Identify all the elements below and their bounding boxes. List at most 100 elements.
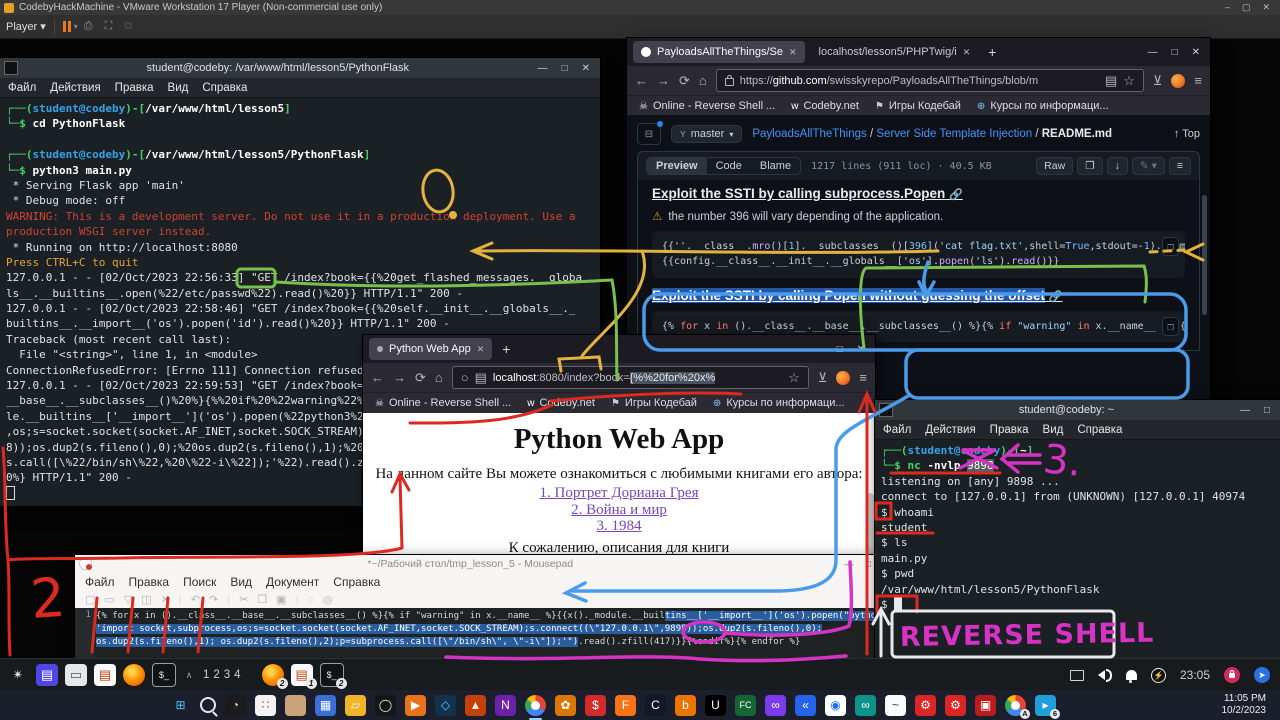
vmware-player-menu[interactable]: Player ▾ xyxy=(6,20,46,33)
file-explorer-icon[interactable]: ▱ xyxy=(345,695,366,716)
forward-icon[interactable]: → xyxy=(657,73,670,88)
bookmark-item[interactable]: wCodeby.net xyxy=(527,397,595,409)
menu-item[interactable]: Вид xyxy=(1043,424,1064,436)
close-button[interactable]: ✕ xyxy=(582,63,590,74)
anchor-link-icon[interactable]: 🔗 xyxy=(1049,291,1063,303)
reload-icon[interactable]: ⟳ xyxy=(679,73,690,89)
pocket-icon[interactable]: ⊻ xyxy=(818,370,828,386)
branch-selector[interactable]: ʏ master ▾ xyxy=(671,125,742,143)
teal-app-icon[interactable]: ∞ xyxy=(855,695,876,716)
tab-python-web-app[interactable]: Python Web App✕ xyxy=(369,338,492,360)
scrollbar[interactable] xyxy=(1202,195,1207,315)
menu-item[interactable]: Вид xyxy=(168,82,189,94)
red-gear-2-icon[interactable]: ⚙ xyxy=(945,695,966,716)
top-link[interactable]: ↑ Top xyxy=(1174,128,1200,140)
redo-icon[interactable]: ↷ xyxy=(209,593,218,606)
volume-icon[interactable] xyxy=(1098,669,1112,682)
screen-lock-icon[interactable] xyxy=(1224,667,1240,683)
power-manager-icon[interactable]: ⚡ xyxy=(1151,668,1166,683)
menu-icon[interactable]: ≡ xyxy=(859,370,867,385)
onenote-icon[interactable]: N xyxy=(495,695,516,716)
bookmark-item[interactable]: ☠Online - Reverse Shell ... xyxy=(375,397,511,409)
copy-raw-icon[interactable]: ❐ xyxy=(1077,157,1102,175)
bookmark-item[interactable]: ⚑Игры Кодебай xyxy=(611,397,697,409)
reader-mode-icon[interactable]: ▤ xyxy=(1105,73,1117,89)
minimize-button[interactable]: — xyxy=(845,559,854,569)
book-link-3[interactable]: 3. 1984 xyxy=(363,518,875,535)
back-icon[interactable]: ← xyxy=(371,370,384,385)
paste-icon[interactable]: ▣ xyxy=(276,593,286,606)
app-menu-icon[interactable]: ▤ xyxy=(36,664,58,686)
forward-icon[interactable]: → xyxy=(393,370,406,385)
close-button[interactable]: ✕ xyxy=(1192,47,1200,58)
menu-item[interactable]: Файл xyxy=(8,82,36,94)
windows-clock[interactable]: 11:05 PM 10/2/2023 xyxy=(1222,693,1280,717)
chevron-up-icon[interactable]: ∧ xyxy=(183,664,195,686)
menu-item[interactable]: Вид xyxy=(230,575,252,589)
fullscreen-icon[interactable]: ⛶ xyxy=(105,20,113,33)
raw-button[interactable]: Raw xyxy=(1036,157,1073,175)
google-maps-icon[interactable]: ◉ xyxy=(825,695,846,716)
payload-text[interactable]: {% for x in ().__class__.__base__.__subc… xyxy=(94,608,885,658)
book-link-2[interactable]: 2. Война и мир xyxy=(363,502,875,519)
breadcrumb-folder-link[interactable]: Server Side Template Injection xyxy=(876,128,1032,140)
pocket-icon[interactable]: ⊻ xyxy=(1153,73,1163,89)
visual-studio-icon[interactable]: ∞ xyxy=(765,695,786,716)
minimize-button[interactable]: — xyxy=(1240,405,1250,416)
vs-code-icon[interactable]: « xyxy=(795,695,816,716)
minimize-button[interactable]: — xyxy=(538,63,548,74)
window-list-icon[interactable] xyxy=(1070,670,1084,681)
back-icon[interactable]: ← xyxy=(635,73,648,88)
maximize-button[interactable]: □ xyxy=(866,559,871,569)
shazam-icon[interactable]: $ xyxy=(585,695,606,716)
bookmark-item[interactable]: wCodeby.net xyxy=(791,100,859,112)
minimize-button[interactable]: — xyxy=(813,344,823,355)
url-bar[interactable]: https://github.com/swisskyrepo/PayloadsA… xyxy=(716,69,1144,92)
camera-app-icon[interactable]: ◯ xyxy=(375,695,396,716)
close-file-icon[interactable]: ✕ xyxy=(161,593,170,606)
tab-localhost-phptwig[interactable]: localhost/lesson5/PHPTwig/i✕ xyxy=(811,41,979,63)
tab-close-icon[interactable]: ✕ xyxy=(789,47,797,58)
bookmark-star-icon[interactable]: ☆ xyxy=(788,370,800,386)
tab-blame[interactable]: Blame xyxy=(751,158,800,174)
pycharm-edu-icon[interactable]: FC xyxy=(735,695,756,716)
vmware-player-icon[interactable]: ▶ xyxy=(405,695,426,716)
undo-icon[interactable]: ↶ xyxy=(191,593,200,606)
bookmark-item[interactable]: ⚑Игры Кодебай xyxy=(875,100,961,112)
chrome-profile-icon[interactable]: A xyxy=(1005,695,1026,716)
cone-app-icon[interactable]: ▲ xyxy=(465,695,486,716)
workspace-switcher[interactable]: 1234 xyxy=(203,669,245,681)
menu-item[interactable]: Справка xyxy=(202,82,247,94)
updates-icon[interactable]: ➤ xyxy=(1254,667,1270,683)
maximize-button[interactable]: □ xyxy=(837,344,843,355)
cinema4d-icon[interactable]: C xyxy=(645,695,666,716)
menu-item[interactable]: Действия xyxy=(50,82,100,94)
tab-preview[interactable]: Preview xyxy=(647,158,707,174)
maximize-button[interactable]: □ xyxy=(1264,405,1270,416)
blender-icon[interactable]: b xyxy=(675,695,696,716)
vm-clock[interactable]: 23:05 xyxy=(1180,668,1210,682)
tab-close-icon[interactable]: ✕ xyxy=(963,47,971,58)
app-grid-icon[interactable]: ∷ xyxy=(255,695,276,716)
chrome-icon[interactable] xyxy=(525,695,546,716)
menu-icon[interactable]: ≡ xyxy=(1194,73,1202,88)
menu-item[interactable]: Правка xyxy=(115,82,154,94)
vmware-maximize-button[interactable]: ▢ xyxy=(1242,2,1251,13)
save-as-icon[interactable]: ◫ xyxy=(141,593,151,606)
send-ctrl-alt-del-icon[interactable]: ⎙ xyxy=(84,20,93,33)
terminal-titlebar[interactable]: student@codeby: /var/www/html/lesson5/Py… xyxy=(0,58,600,78)
open-icon[interactable]: ▭ xyxy=(104,593,114,606)
copy-code-icon[interactable]: ❐ xyxy=(1162,237,1179,256)
menu-item[interactable]: Файл xyxy=(85,575,115,589)
vmware-close-button[interactable]: ✕ xyxy=(1262,2,1270,13)
tab-code[interactable]: Code xyxy=(707,158,751,174)
photos-icon[interactable] xyxy=(285,695,306,716)
copy-icon[interactable]: ❐ xyxy=(257,593,267,606)
close-button[interactable]: ✕ xyxy=(857,344,865,355)
home-icon[interactable]: ⌂ xyxy=(699,73,707,88)
wireframe-app-icon[interactable]: ◇ xyxy=(435,695,456,716)
menu-item[interactable]: Документ xyxy=(266,575,319,589)
menu-item[interactable]: Правка xyxy=(990,424,1029,436)
calendar-icon[interactable]: ▦ xyxy=(315,695,336,716)
firefox-icon[interactable] xyxy=(123,664,145,686)
